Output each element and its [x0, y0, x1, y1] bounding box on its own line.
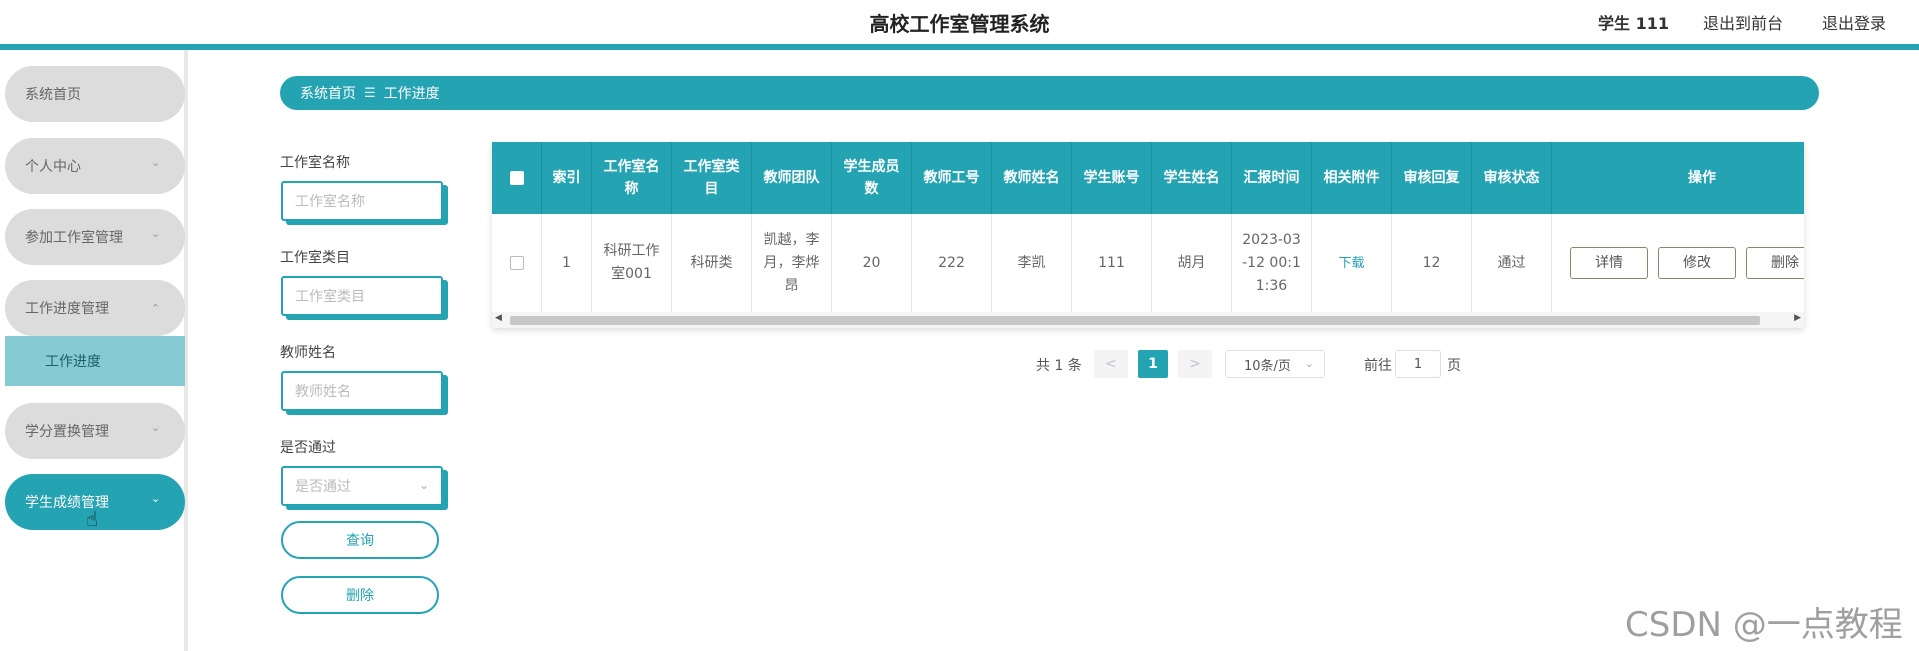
table-header: 索引 工作室名称 工作室类目 教师团队 学生成员数 教师工号 教师姓名 学生账号… — [492, 142, 1804, 214]
chevron-down-icon: ⌄ — [418, 478, 429, 492]
header-divider — [0, 44, 1919, 50]
sidebar-item-label: 工作进度管理 — [25, 301, 109, 317]
prev-page-button[interactable]: < — [1094, 350, 1128, 378]
submenu-item-progress[interactable]: 工作进度 — [5, 336, 185, 386]
sidebar-item-label: 系统首页 — [25, 87, 81, 103]
cell-member-count: 20 — [832, 214, 912, 312]
studio-name-input[interactable]: 工作室名称 — [281, 181, 443, 221]
goto-label: 前往 — [1364, 358, 1392, 374]
studio-name-placeholder: 工作室名称 — [295, 194, 365, 210]
header-cell: 操作 — [1688, 170, 1716, 186]
header-cell: 汇报时间 — [1232, 142, 1312, 214]
header-cell: 工作室类目 — [672, 142, 752, 214]
detail-button[interactable]: 详情 — [1570, 247, 1648, 279]
studio-category-label: 工作室类目 — [280, 250, 350, 266]
select-all-cell — [492, 142, 542, 214]
cell-teacher-name: 李凯 — [992, 214, 1072, 312]
cell-teacher-no: 222 — [912, 214, 992, 312]
header-cell: 学生成员数 — [832, 142, 912, 214]
header-cell: 教师团队 — [752, 142, 832, 214]
query-button[interactable]: 查询 — [281, 521, 439, 559]
cell-review-status: 通过 — [1472, 214, 1552, 312]
back-to-front-link[interactable]: 退出到前台 — [1703, 10, 1783, 34]
next-page-button[interactable]: > — [1178, 350, 1212, 378]
top-header: 高校工作室管理系统 学生 111 退出到前台 退出登录 — [0, 0, 1919, 44]
select-all-checkbox[interactable] — [509, 171, 524, 185]
cell-category: 科研类 — [672, 214, 752, 312]
sidebar-item-personal-center[interactable]: 个人中心 ⌄ — [5, 138, 185, 194]
studio-category-placeholder: 工作室类目 — [295, 289, 365, 305]
sidebar-item-home[interactable]: 系统首页 — [5, 66, 185, 122]
table-row: 1 科研工作室001 科研类 凯越，李月，李烨昂 20 222 李凯 111 胡… — [492, 214, 1804, 312]
cell-student-account: 111 — [1072, 214, 1152, 312]
row-select-cell — [492, 214, 542, 312]
teacher-name-label: 教师姓名 — [280, 345, 336, 361]
header-cell: 审核状态 — [1472, 142, 1552, 214]
studio-name-label: 工作室名称 — [280, 155, 350, 171]
sidebar-item-label: 参加工作室管理 — [25, 230, 123, 246]
chevron-down-icon: ⌄ — [151, 227, 161, 240]
watermark: CSDN @一点教程 — [1625, 605, 1903, 645]
total-count: 共 1 条 — [1036, 358, 1082, 374]
hand-cursor-icon: ☝ — [86, 507, 99, 531]
studio-category-input[interactable]: 工作室类目 — [281, 276, 443, 316]
cell-report-time: 2023-03-12 00:11:36 — [1232, 214, 1312, 312]
cell-index: 1 — [542, 214, 592, 312]
sidebar: 系统首页 个人中心 ⌄ 参加工作室管理 ⌄ 工作进度管理 ⌃ 工作进度 学分置换… — [0, 50, 188, 651]
cell-attachment: 下载 — [1312, 214, 1392, 312]
header-cell: 教师工号 — [912, 142, 992, 214]
chevron-up-icon: ⌃ — [151, 302, 161, 315]
cell-review-reply: 12 — [1392, 214, 1472, 312]
cell-student-name: 胡月 — [1152, 214, 1232, 312]
logout-link[interactable]: 退出登录 — [1822, 10, 1886, 34]
teacher-name-input[interactable]: 教师姓名 — [281, 371, 443, 411]
chevron-down-icon: ⌄ — [151, 421, 161, 434]
header-cell: 相关附件 — [1312, 142, 1392, 214]
sidebar-item-join-studio[interactable]: 参加工作室管理 ⌄ — [5, 209, 185, 265]
scrollbar-thumb[interactable] — [510, 316, 1760, 325]
passed-label: 是否通过 — [280, 440, 336, 456]
passed-select[interactable]: 是否通过 ⌄ — [281, 466, 443, 506]
horizontal-scrollbar[interactable]: ◀ ▶ — [492, 312, 1804, 328]
progress-table: 索引 工作室名称 工作室类目 教师团队 学生成员数 教师工号 教师姓名 学生账号… — [492, 142, 1804, 328]
teacher-name-placeholder: 教师姓名 — [295, 384, 351, 400]
scroll-left-icon[interactable]: ◀ — [495, 313, 502, 323]
chevron-down-icon: ⌄ — [1304, 357, 1314, 370]
header-cell: 教师姓名 — [992, 142, 1072, 214]
sidebar-item-label: 个人中心 — [25, 159, 81, 175]
breadcrumb: 系统首页 ☰ 工作进度 — [280, 76, 1819, 110]
sidebar-item-credit-exchange[interactable]: 学分置换管理 ⌄ — [5, 403, 185, 459]
page-suffix: 页 — [1447, 358, 1461, 374]
batch-delete-button[interactable]: 删除 — [281, 576, 439, 614]
cell-studio-name: 科研工作室001 — [592, 214, 672, 312]
header-cell: 学生姓名 — [1152, 142, 1232, 214]
edit-button[interactable]: 修改 — [1658, 247, 1736, 279]
page-number-button[interactable]: 1 — [1138, 350, 1168, 378]
cell-actions: 详情 修改 删除 — [1552, 214, 1804, 312]
chevron-down-icon: ⌄ — [151, 492, 161, 505]
chevron-down-icon: ⌄ — [151, 156, 161, 169]
submenu-item-label: 工作进度 — [45, 354, 101, 370]
sidebar-item-progress-management[interactable]: 工作进度管理 ⌃ — [5, 280, 185, 336]
header-cell: 审核回复 — [1392, 142, 1472, 214]
current-user: 学生 111 — [1598, 14, 1669, 33]
row-checkbox[interactable] — [509, 256, 524, 270]
header-cell: 索引 — [542, 142, 592, 214]
cell-team: 凯越，李月，李烨昂 — [752, 214, 832, 312]
goto-page-input[interactable]: 1 — [1395, 350, 1441, 378]
page-size-select[interactable]: 10条/页 ⌄ — [1225, 350, 1325, 378]
scroll-right-icon[interactable]: ▶ — [1794, 313, 1801, 323]
breadcrumb-current: 工作进度 — [383, 86, 440, 102]
header-cell: 工作室名称 — [592, 142, 672, 214]
menu-icon: ☰ — [364, 85, 376, 101]
sidebar-item-label: 学分置换管理 — [25, 424, 109, 440]
download-link[interactable]: 下载 — [1338, 252, 1364, 275]
delete-button[interactable]: 删除 — [1746, 247, 1804, 279]
page-size-value: 10条/页 — [1244, 358, 1291, 374]
breadcrumb-home[interactable]: 系统首页 — [300, 83, 356, 103]
passed-placeholder: 是否通过 — [295, 479, 351, 495]
header-cell: 学生账号 — [1072, 142, 1152, 214]
